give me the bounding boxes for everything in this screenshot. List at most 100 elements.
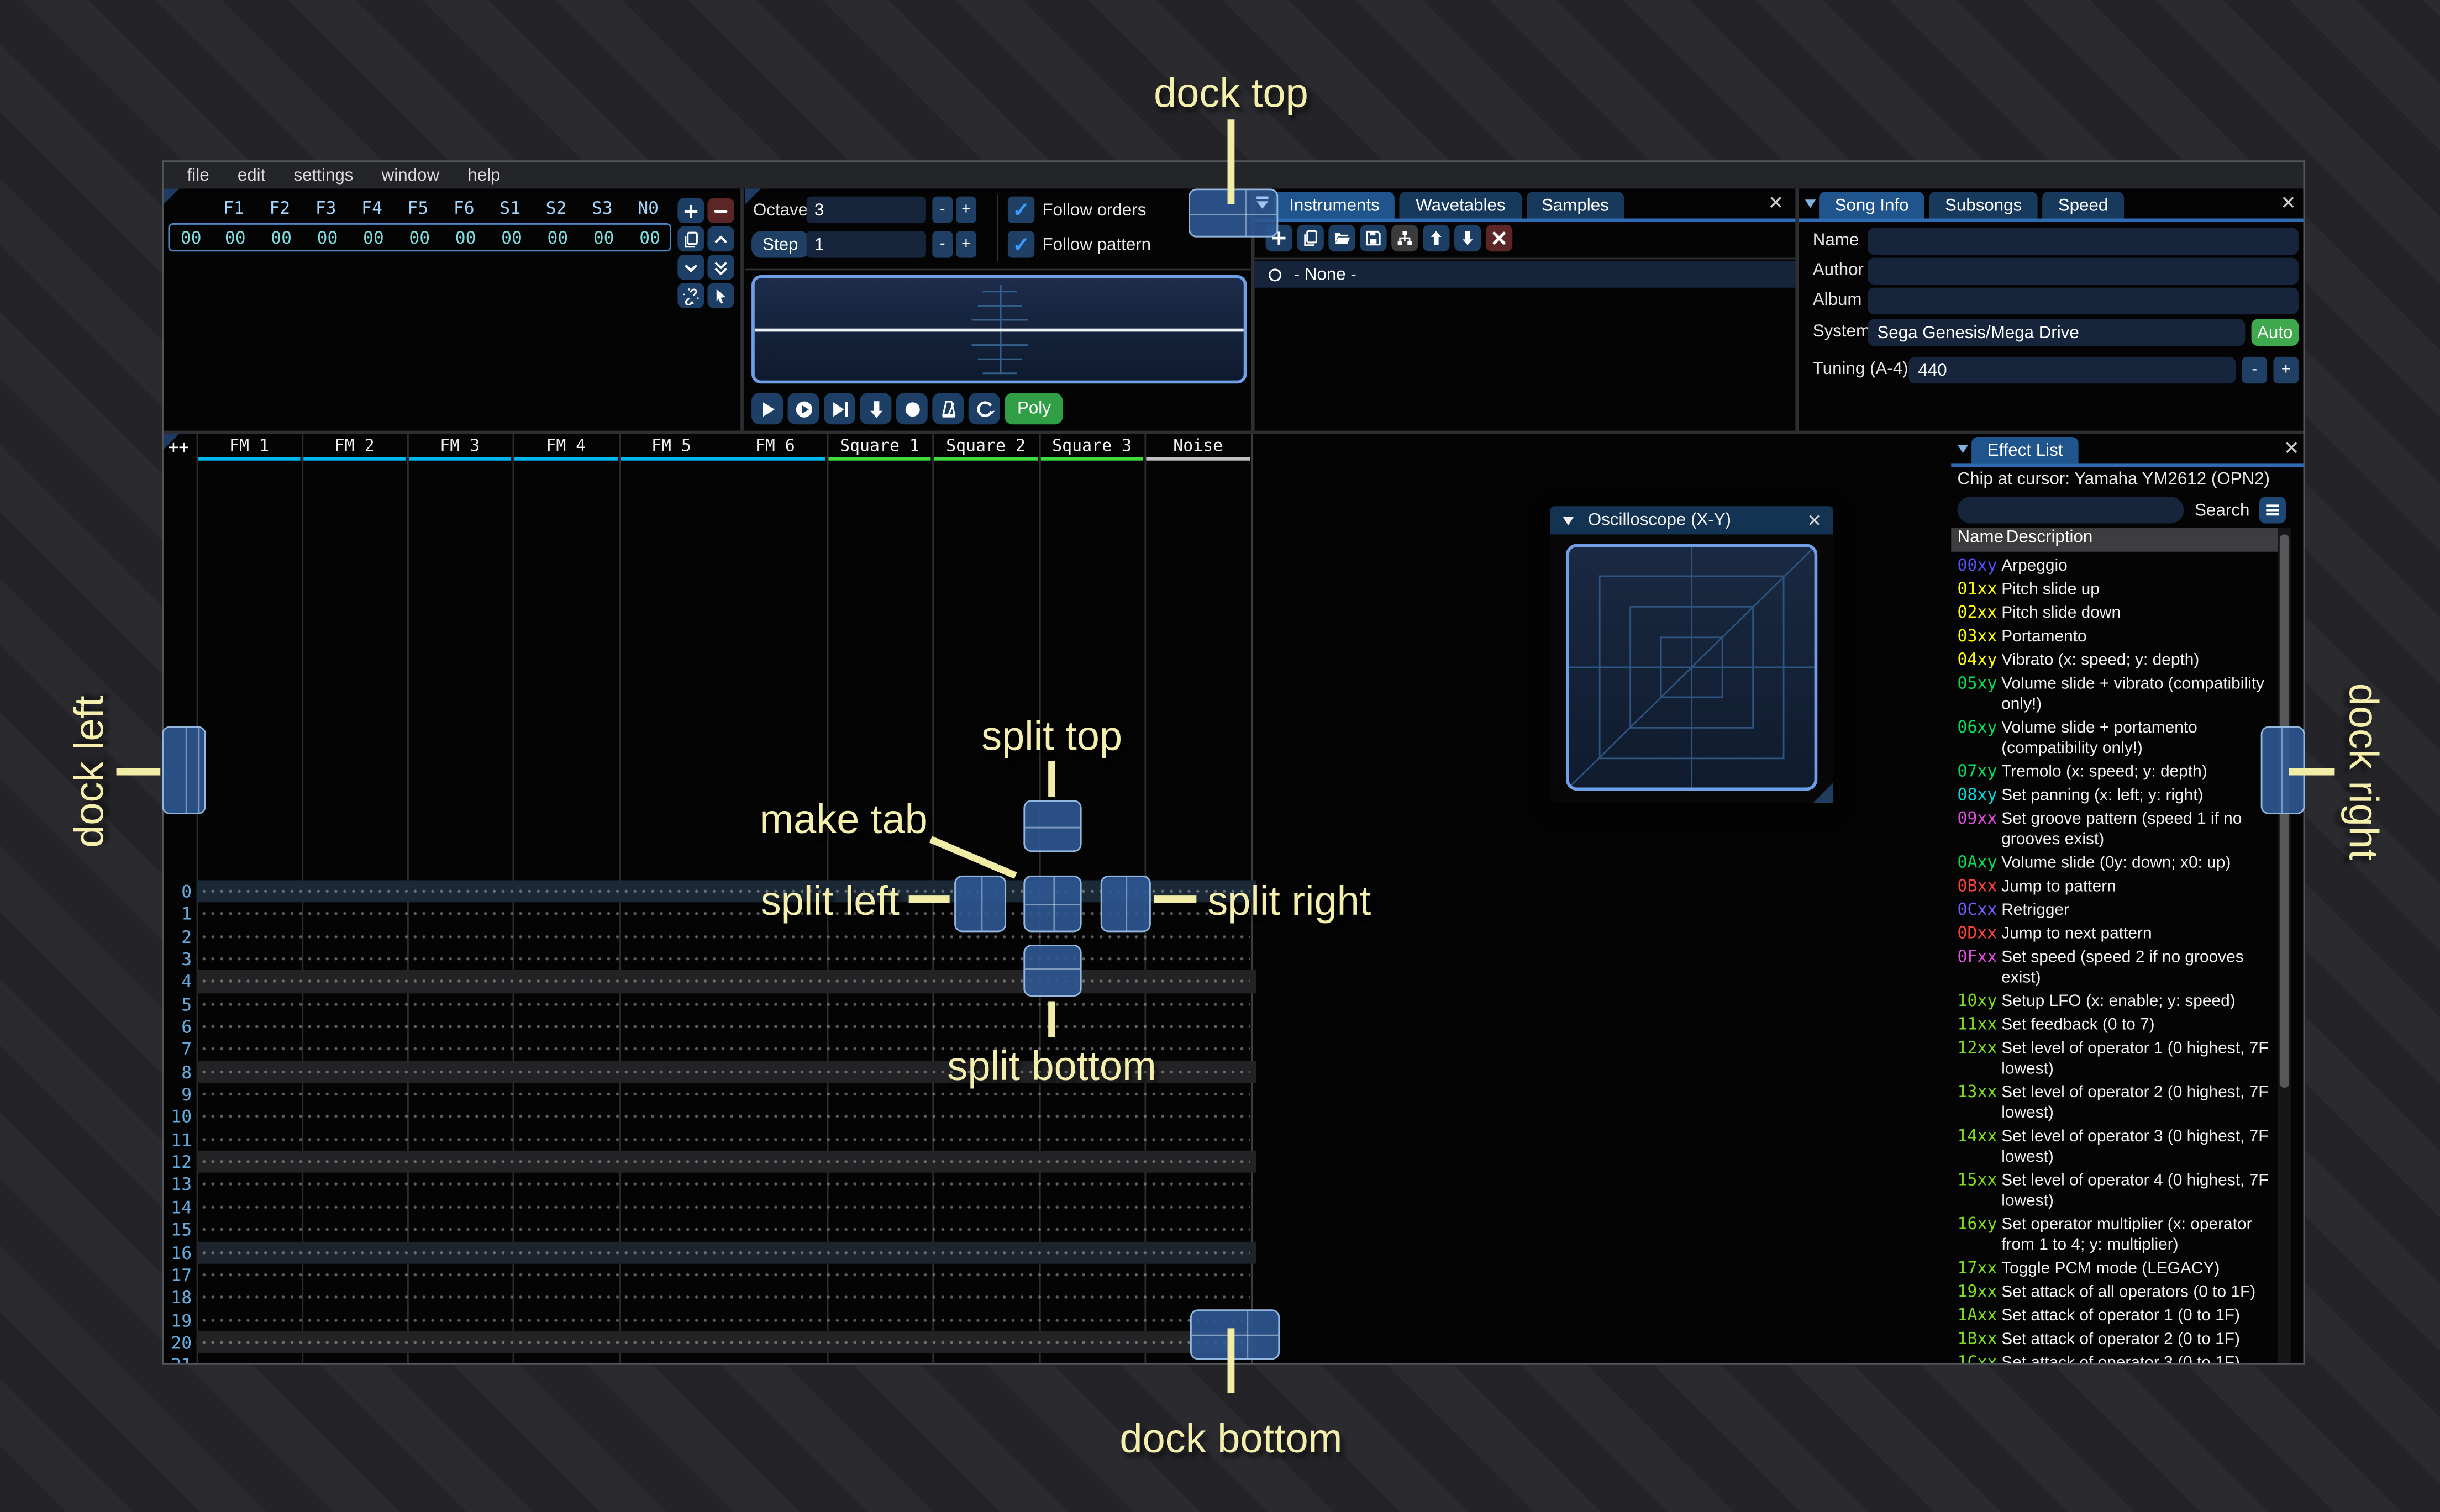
orders-cell[interactable]: 00: [488, 227, 534, 247]
menu-item[interactable]: help: [454, 166, 514, 185]
effect-row[interactable]: 03xx Portamento: [1951, 625, 2278, 649]
menu-item[interactable]: window: [367, 166, 454, 185]
dock-target-top[interactable]: [1189, 188, 1279, 238]
make-tab-target[interactable]: [1023, 875, 1082, 933]
song-info-tab[interactable]: Song Info: [1819, 192, 1925, 219]
effect-row[interactable]: 10xy Setup LFO (x: enable; y: speed): [1951, 991, 2278, 1014]
toolbar-button[interactable]: [1454, 224, 1481, 252]
pattern-row[interactable]: 0: [163, 880, 1256, 903]
effect-row[interactable]: 08xy Set panning (x: left; y: right): [1951, 784, 2278, 808]
effect-row[interactable]: 1Bxx Set attack of operator 2 (0 to 1F): [1951, 1328, 2278, 1352]
field-input[interactable]: [1868, 257, 2299, 285]
effect-row[interactable]: 15xx Set level of operator 4 (0 highest,…: [1951, 1169, 2278, 1214]
dock-target-right[interactable]: [2260, 726, 2305, 814]
pattern-row[interactable]: 3: [164, 947, 1256, 971]
close-icon[interactable]: ✕: [1802, 508, 1827, 533]
follow-pattern-checkbox[interactable]: ✓: [1007, 231, 1035, 258]
dock-target-bottom[interactable]: [1190, 1309, 1280, 1360]
channel-header[interactable]: FM 6: [723, 437, 827, 461]
menu-icon[interactable]: [2259, 497, 2286, 524]
orders-channel-label[interactable]: F5: [395, 198, 441, 219]
orders-cell[interactable]: 00: [535, 227, 581, 247]
orders-button[interactable]: [677, 254, 704, 280]
orders-cell[interactable]: 00: [443, 227, 488, 247]
playback-button[interactable]: [932, 393, 964, 425]
split-target-left[interactable]: [954, 875, 1007, 933]
orders-cell[interactable]: 00: [397, 227, 443, 247]
orders-channel-label[interactable]: F3: [303, 198, 349, 219]
playback-button[interactable]: [860, 393, 892, 425]
orders-cell[interactable]: 00: [258, 227, 304, 247]
pattern-row[interactable]: 18: [164, 1286, 1256, 1309]
step-plus-button[interactable]: +: [956, 231, 976, 258]
channel-header[interactable]: Square 3: [1039, 437, 1145, 461]
effect-row[interactable]: 16xy Set operator multiplier (x: operato…: [1951, 1214, 2278, 1258]
orders-channel-label[interactable]: N0: [625, 198, 671, 219]
effect-row[interactable]: 05xy Volume slide + vibrato (compatibili…: [1951, 673, 2278, 717]
instruments-tab[interactable]: Samples: [1526, 192, 1625, 219]
toolbar-button[interactable]: [1485, 224, 1513, 252]
step-button[interactable]: Step: [751, 231, 809, 258]
orders-channel-label[interactable]: S2: [533, 198, 579, 219]
orders-channel-label[interactable]: S1: [487, 198, 533, 219]
orders-cell[interactable]: 00: [581, 227, 627, 247]
effect-row[interactable]: 12xx Set level of operator 1 (0 highest,…: [1951, 1037, 2278, 1082]
effect-row[interactable]: 0Bxx Jump to pattern: [1951, 876, 2278, 899]
channel-header[interactable]: FM 5: [619, 437, 723, 461]
effect-row[interactable]: 0Cxx Retrigger: [1951, 899, 2278, 923]
effect-row[interactable]: 11xx Set feedback (0 to 7): [1951, 1014, 2278, 1037]
channel-header[interactable]: Square 2: [932, 437, 1039, 461]
playback-button[interactable]: [968, 393, 1000, 425]
effect-row[interactable]: 1Axx Set attack of operator 1 (0 to 1F): [1951, 1305, 2278, 1329]
orders-cell[interactable]: 00: [627, 227, 672, 247]
effect-row[interactable]: 0Dxx Jump to next pattern: [1951, 923, 2278, 946]
octave-input[interactable]: [806, 196, 926, 224]
playback-button[interactable]: [787, 393, 819, 425]
step-input[interactable]: [806, 231, 926, 258]
effect-row[interactable]: 07xy Tremolo (x: speed; y: depth): [1951, 761, 2278, 784]
orders-button[interactable]: [677, 198, 704, 224]
effect-row[interactable]: 01xx Pitch slide up: [1951, 578, 2278, 602]
effect-row[interactable]: 06xy Volume slide + portamento (compatib…: [1951, 717, 2278, 761]
toolbar-button[interactable]: [1297, 224, 1324, 252]
tuning-minus-button[interactable]: -: [2242, 356, 2268, 384]
pattern-row[interactable]: 12: [163, 1151, 1256, 1174]
effect-row[interactable]: 1Cxx Set attack of operator 3 (0 to 1F): [1951, 1352, 2278, 1363]
song-info-tab[interactable]: Subsongs: [1929, 192, 2038, 219]
pattern-row[interactable]: 17: [164, 1263, 1256, 1287]
channel-header[interactable]: Noise: [1144, 437, 1251, 461]
pattern-row[interactable]: 10: [164, 1105, 1256, 1129]
channel-header[interactable]: FM 4: [513, 437, 619, 461]
effect-row[interactable]: 02xx Pitch slide down: [1951, 602, 2278, 626]
caret-down-icon[interactable]: [1561, 513, 1575, 528]
channel-header[interactable]: FM 3: [407, 437, 513, 461]
pattern-row[interactable]: 13: [164, 1173, 1256, 1196]
orders-channel-label[interactable]: F1: [211, 198, 256, 219]
orders-cell[interactable]: 00: [350, 227, 396, 247]
oscilloscope-titlebar[interactable]: Oscilloscope (X-Y) ✕: [1550, 506, 1833, 535]
toolbar-button[interactable]: [1328, 224, 1355, 252]
follow-orders-checkbox[interactable]: ✓: [1007, 196, 1035, 224]
pattern-row[interactable]: 11: [164, 1128, 1256, 1151]
tuning-input[interactable]: [1908, 356, 2236, 384]
close-icon[interactable]: ✕: [1765, 193, 1786, 214]
playback-button[interactable]: [751, 393, 783, 425]
toolbar-button[interactable]: [1391, 224, 1418, 252]
instrument-list-item[interactable]: - None -: [1254, 261, 1796, 288]
effect-row[interactable]: 04xy Vibrato (x: speed; y: depth): [1951, 649, 2278, 673]
playback-button[interactable]: [823, 393, 855, 425]
channel-header[interactable]: Square 1: [827, 437, 933, 461]
octave-minus-button[interactable]: -: [932, 196, 953, 224]
orders-channel-label[interactable]: S3: [579, 198, 625, 219]
toolbar-button[interactable]: [1423, 224, 1450, 252]
orders-button[interactable]: [707, 226, 734, 252]
split-target-top[interactable]: [1023, 800, 1082, 852]
orders-channel-label[interactable]: F4: [349, 198, 395, 219]
pattern-row[interactable]: 19: [164, 1308, 1256, 1331]
orders-channel-label[interactable]: F6: [441, 198, 487, 219]
orders-button[interactable]: [707, 283, 734, 308]
auto-system-button[interactable]: Auto: [2251, 319, 2299, 346]
search-input[interactable]: [1957, 497, 2184, 524]
scrollbar[interactable]: [2278, 528, 2291, 1363]
instruments-tab[interactable]: Wavetables: [1400, 192, 1522, 219]
